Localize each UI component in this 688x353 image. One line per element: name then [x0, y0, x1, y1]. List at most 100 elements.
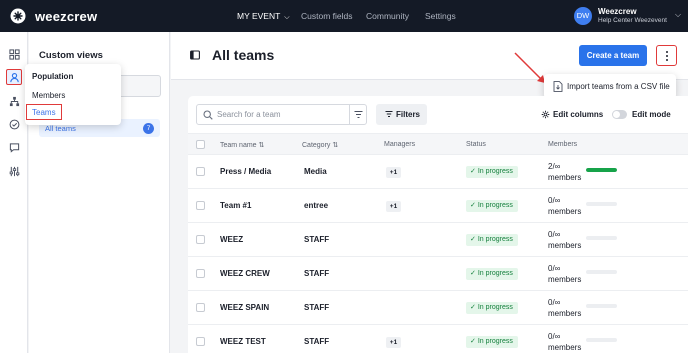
team-search — [196, 104, 367, 125]
row-checkbox[interactable] — [196, 235, 205, 244]
column-header-team-name[interactable]: Team name ⇅ — [220, 141, 264, 149]
sort-lines-icon[interactable] — [354, 110, 363, 119]
column-header-category[interactable]: Category ⇅ — [302, 141, 338, 149]
count-badge: 7 — [143, 123, 154, 134]
status-badge: ✓ In progress — [466, 166, 518, 178]
members-ratio: 0/∞ — [548, 332, 561, 341]
members-label: members — [548, 173, 582, 182]
sliders-icon[interactable] — [6, 163, 22, 179]
menu-item-import-csv[interactable]: Import teams from a CSV file — [567, 82, 670, 91]
chevron-down-icon: ⌵ — [284, 14, 290, 21]
message-icon[interactable] — [6, 139, 22, 155]
dashboard-icon[interactable] — [6, 46, 22, 62]
user-name[interactable]: Weezcrew — [598, 7, 637, 16]
check-icon: ✓ — [470, 202, 476, 209]
members-label: members — [548, 343, 582, 352]
team-category: STAFF — [304, 303, 330, 312]
team-category: STAFF — [304, 269, 330, 278]
status-label: In progress — [477, 304, 513, 311]
nav-custom-fields[interactable]: Custom fields — [301, 11, 353, 21]
members-count: 0/∞ members — [548, 263, 581, 285]
filters-button[interactable]: Filters — [376, 104, 427, 125]
menu-item-teams[interactable]: Teams — [26, 104, 62, 120]
members-progress-bar — [586, 236, 617, 240]
table-row[interactable]: Press / Media Media +1 ✓ In progress 2/∞ memb… — [188, 155, 688, 189]
managers-badge[interactable]: +1 — [386, 201, 401, 212]
column-label: Team name — [220, 142, 257, 149]
weezcrew-logo-icon[interactable] — [10, 8, 26, 24]
kebab-menu-icon — [665, 51, 668, 61]
managers-badge[interactable]: +1 — [386, 337, 401, 348]
status-label: In progress — [477, 338, 513, 345]
team-name[interactable]: WEEZ CREW — [220, 269, 270, 278]
row-checkbox[interactable] — [196, 269, 205, 278]
row-checkbox[interactable] — [196, 201, 205, 210]
table-row[interactable]: Team #1 entree +1 ✓ In progress 0/∞ members — [188, 189, 688, 223]
check-circle-icon[interactable] — [6, 116, 22, 132]
top-bar: weezcrew MY EVENT ⌵ Custom fields Communi… — [0, 0, 688, 32]
row-checkbox[interactable] — [196, 303, 205, 312]
members-label: members — [548, 309, 582, 318]
icon-rail — [0, 32, 28, 353]
table-row[interactable]: WEEZ STAFF ✓ In progress 0/∞ members — [188, 223, 688, 257]
managers-badge[interactable]: +1 — [386, 167, 401, 178]
sidebar-item-label: All teams — [45, 124, 76, 133]
team-name[interactable]: Team #1 — [220, 201, 251, 210]
column-header-managers: Managers — [384, 141, 416, 148]
members-label: members — [548, 275, 582, 284]
members-progress-fill — [586, 168, 617, 172]
edit-mode-toggle[interactable] — [612, 110, 627, 119]
user-menu-chevron-icon[interactable]: ⌵ — [675, 10, 681, 20]
select-all-checkbox[interactable] — [196, 140, 205, 149]
nav-my-event[interactable]: MY EVENT ⌵ — [237, 11, 290, 22]
brand-name: weezcrew — [35, 9, 98, 24]
table-row[interactable]: WEEZ CREW STAFF ✓ In progress 0/∞ members — [188, 257, 688, 291]
population-icon[interactable] — [6, 69, 22, 85]
sidebar-toggle-icon[interactable] — [190, 50, 200, 60]
row-checkbox[interactable] — [196, 167, 205, 176]
team-category: STAFF — [304, 337, 330, 346]
create-team-button[interactable]: Create a team — [579, 45, 647, 66]
members-ratio: 2/∞ — [548, 162, 561, 171]
members-count: 0/∞ members — [548, 195, 581, 217]
table-header: Team name ⇅ Category ⇅ Managers Status M… — [188, 133, 688, 155]
members-count: 0/∞ members — [548, 297, 581, 319]
avatar[interactable]: DW — [574, 7, 592, 25]
team-category: entree — [304, 201, 329, 210]
members-progress-bar — [586, 168, 617, 172]
status-badge: ✓ In progress — [466, 336, 518, 348]
members-ratio: 0/∞ — [548, 264, 561, 273]
gear-icon — [541, 110, 550, 119]
table-row[interactable]: WEEZ TEST STAFF +1 ✓ In progress 0/∞ members — [188, 325, 688, 353]
search-input[interactable] — [217, 105, 345, 124]
check-icon: ✓ — [470, 338, 476, 345]
more-options-button[interactable] — [656, 45, 677, 66]
team-name[interactable]: Press / Media — [220, 167, 271, 176]
members-ratio: 0/∞ — [548, 298, 561, 307]
check-icon: ✓ — [470, 270, 476, 277]
team-name[interactable]: WEEZ TEST — [220, 337, 266, 346]
team-name[interactable]: WEEZ — [220, 235, 243, 244]
check-icon: ✓ — [470, 236, 476, 243]
hierarchy-icon[interactable] — [6, 93, 22, 109]
status-badge: ✓ In progress — [466, 200, 518, 212]
team-name[interactable]: WEEZ SPAIN — [220, 303, 269, 312]
search-icon — [203, 110, 213, 120]
members-progress-bar — [586, 270, 617, 274]
check-icon: ✓ — [470, 304, 476, 311]
row-checkbox[interactable] — [196, 337, 205, 346]
members-count: 2/∞ members — [548, 161, 581, 183]
edit-columns-button[interactable]: Edit columns — [553, 110, 603, 119]
status-label: In progress — [477, 202, 513, 209]
status-badge: ✓ In progress — [466, 234, 518, 246]
nav-community[interactable]: Community — [366, 11, 409, 21]
status-badge: ✓ In progress — [466, 268, 518, 280]
status-label: In progress — [477, 270, 513, 277]
members-count: 0/∞ members — [548, 229, 581, 251]
sort-arrows-icon: ⇅ — [258, 142, 265, 149]
nav-settings[interactable]: Settings — [425, 11, 456, 21]
table-row[interactable]: WEEZ SPAIN STAFF ✓ In progress 0/∞ members — [188, 291, 688, 325]
page-title: All teams — [212, 47, 275, 63]
menu-item-members[interactable]: Members — [32, 91, 65, 100]
flyout-title: Population — [32, 72, 74, 81]
